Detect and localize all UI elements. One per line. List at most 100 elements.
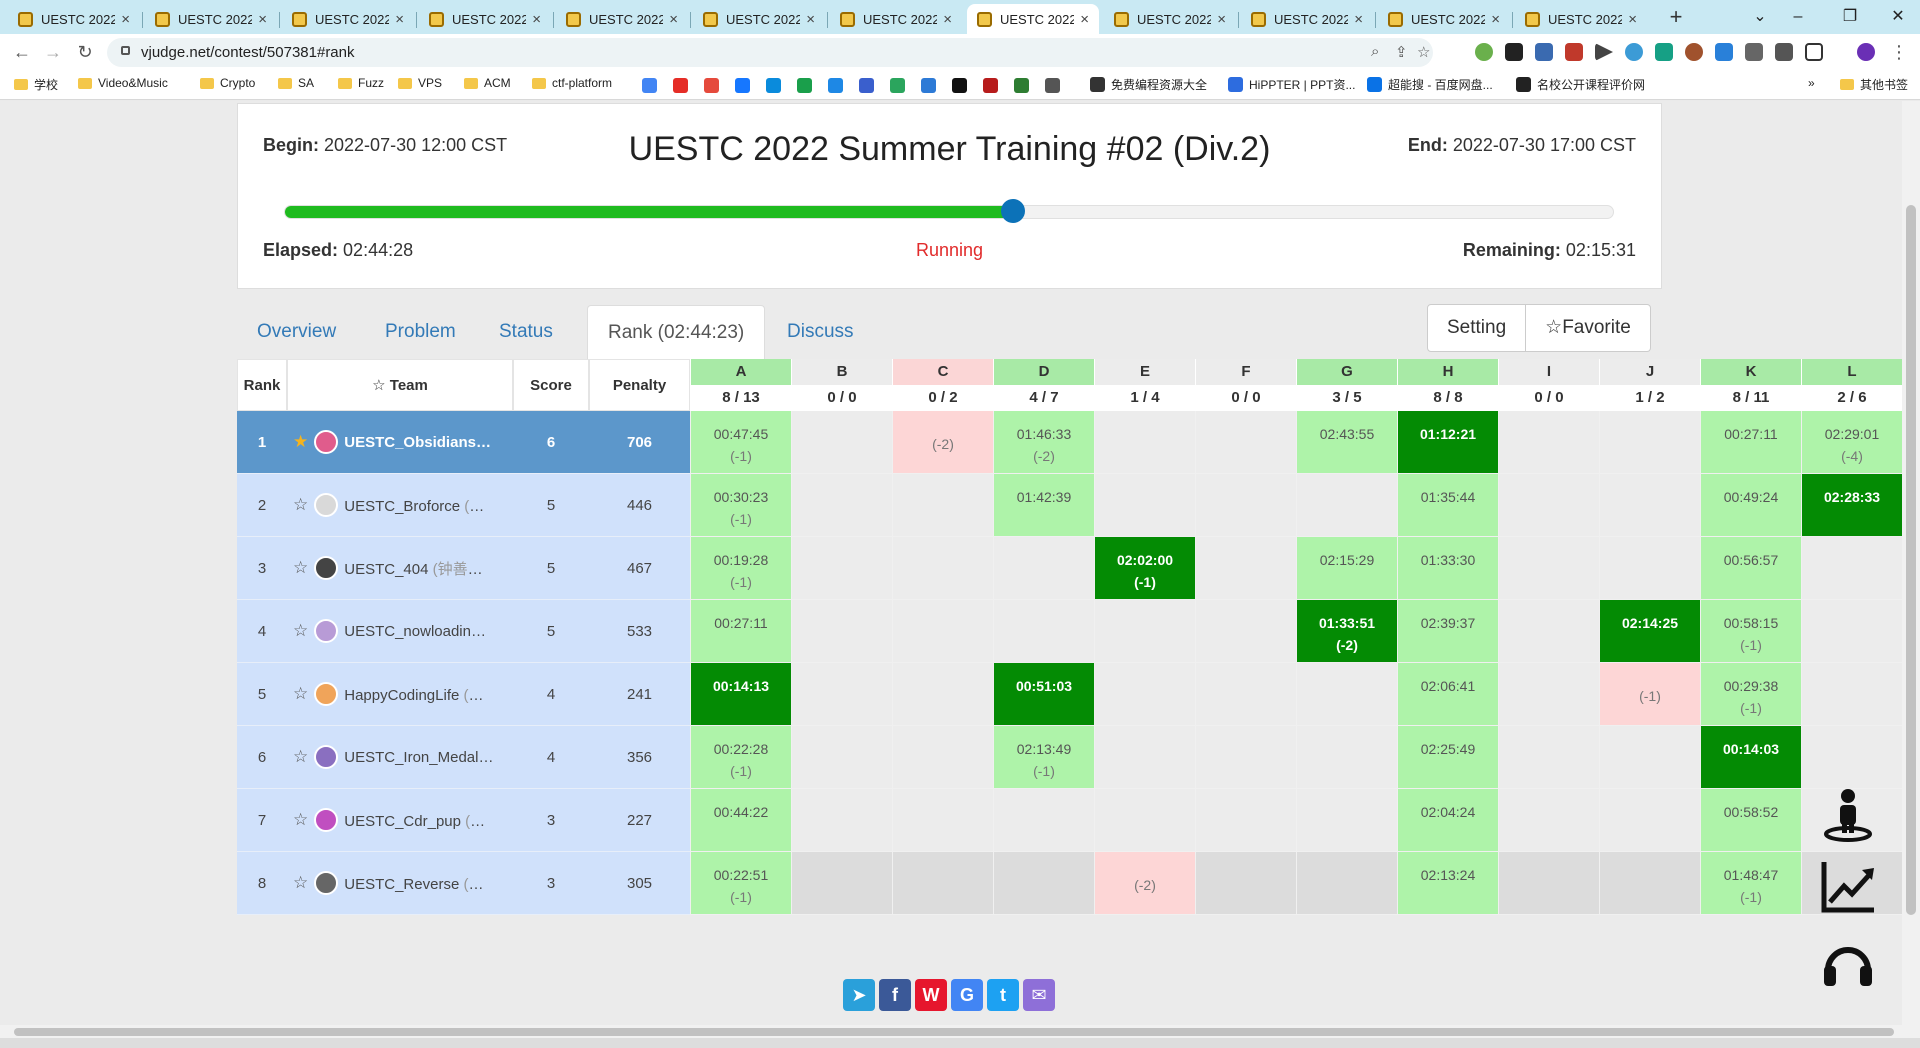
bookmark-item[interactable]: SA xyxy=(278,76,314,90)
tab-rank[interactable]: Rank (02:44:23) xyxy=(587,305,766,359)
problem-cell[interactable]: 01:12:21 xyxy=(1397,411,1498,474)
browser-tab[interactable]: UESTC 2022 × xyxy=(8,4,140,34)
sidebar-toggle-icon[interactable] xyxy=(1805,43,1823,61)
horizontal-scroll-thumb[interactable] xyxy=(14,1028,1894,1036)
bookmark-site-icon[interactable] xyxy=(952,78,967,93)
more-bookmarks-icon[interactable]: » xyxy=(1808,76,1815,90)
bookmark-site-icon[interactable] xyxy=(735,78,750,93)
tab-close-icon[interactable]: × xyxy=(395,11,404,28)
vertical-scroll-thumb[interactable] xyxy=(1906,205,1916,915)
browser-tab[interactable]: UESTC 2022 × xyxy=(1104,4,1236,34)
extension-bars-icon[interactable] xyxy=(1745,43,1763,61)
user-map-icon[interactable] xyxy=(1820,786,1876,842)
team-cell[interactable]: ☆ UESTC_Broforce (李林... xyxy=(287,474,513,537)
tab-problem[interactable]: Problem xyxy=(365,305,476,359)
tab-close-icon[interactable]: × xyxy=(1354,11,1363,28)
problem-header-g[interactable]: G3 / 5 xyxy=(1296,359,1397,411)
problem-header-a[interactable]: A8 / 13 xyxy=(690,359,791,411)
problem-cell[interactable]: 02:02:00 (-1) xyxy=(1094,537,1195,600)
extension-green-icon[interactable] xyxy=(1475,43,1493,61)
bookmark-item[interactable]: 超能搜 - 百度网盘... xyxy=(1367,76,1493,93)
extensions-puzzle-icon[interactable] xyxy=(1775,43,1793,61)
problem-header-l[interactable]: L2 / 6 xyxy=(1801,359,1902,411)
problem-header-e[interactable]: E1 / 4 xyxy=(1094,359,1195,411)
extension-black-icon[interactable] xyxy=(1505,43,1523,61)
team-name[interactable]: UESTC_Broforce (李林... xyxy=(344,495,494,516)
tab-close-icon[interactable]: × xyxy=(532,11,541,28)
extension-teal-icon[interactable] xyxy=(1655,43,1673,61)
problem-cell[interactable]: 02:13:49 (-1) xyxy=(993,726,1094,789)
favorite-star-icon[interactable]: ☆ xyxy=(293,621,308,641)
favorite-star-icon[interactable]: ☆ xyxy=(293,810,308,830)
bookmark-site-icon[interactable] xyxy=(1014,78,1029,93)
problem-cell[interactable]: 02:15:29 xyxy=(1296,537,1397,600)
problem-cell[interactable]: 00:47:45 (-1) xyxy=(690,411,791,474)
problem-cell[interactable]: 00:22:51 (-1) xyxy=(690,852,791,915)
bookmark-site-icon[interactable] xyxy=(1045,78,1060,93)
google-icon[interactable]: G xyxy=(951,979,983,1011)
favorite-star-icon[interactable]: ☆ xyxy=(293,495,308,515)
problem-cell[interactable]: 02:25:49 xyxy=(1397,726,1498,789)
vertical-scrollbar[interactable] xyxy=(1902,101,1920,1025)
extension-cookie-icon[interactable] xyxy=(1685,43,1703,61)
problem-cell[interactable]: 01:33:30 xyxy=(1397,537,1498,600)
facebook-icon[interactable]: f xyxy=(879,979,911,1011)
profile-avatar[interactable] xyxy=(1857,43,1875,61)
bookmark-site-icon[interactable] xyxy=(828,78,843,93)
tab-status[interactable]: Status xyxy=(479,305,573,359)
bookmark-item[interactable]: Video&Music xyxy=(78,76,168,90)
tab-close-icon[interactable]: × xyxy=(258,11,267,28)
bookmark-site-icon[interactable] xyxy=(890,78,905,93)
bookmark-site-icon[interactable] xyxy=(983,78,998,93)
extension-translate-icon[interactable] xyxy=(1535,43,1553,61)
tab-overview[interactable]: Overview xyxy=(237,305,356,359)
problem-header-k[interactable]: K8 / 11 xyxy=(1700,359,1801,411)
problem-cell[interactable]: 00:51:03 xyxy=(993,663,1094,726)
problem-cell[interactable]: 00:14:03 xyxy=(1700,726,1801,789)
bookmark-item[interactable]: 免费编程资源大全 xyxy=(1090,76,1207,93)
extension-shield-icon[interactable] xyxy=(1565,43,1583,61)
problem-cell[interactable]: 02:04:24 xyxy=(1397,789,1498,852)
team-cell[interactable]: ★ UESTC_Obsidians (... xyxy=(287,411,513,474)
browser-menu-icon[interactable]: ⋮ xyxy=(1886,39,1912,65)
zoom-icon[interactable]: ⌕ xyxy=(1371,43,1379,60)
team-name[interactable]: UESTC_Cdr_pup (常铭... xyxy=(344,810,494,831)
penalty-header[interactable]: Penalty xyxy=(589,359,690,411)
bookmark-site-icon[interactable] xyxy=(921,78,936,93)
tab-close-icon[interactable]: × xyxy=(1491,11,1500,28)
bookmark-item[interactable]: ctf-platform xyxy=(532,76,612,90)
browser-tab[interactable]: UESTC 2022 × xyxy=(419,4,551,34)
team-name[interactable]: UESTC_404 (钟善晖 张... xyxy=(344,558,494,579)
tab-close-icon[interactable]: × xyxy=(669,11,678,28)
problem-cell[interactable]: (-2) xyxy=(1094,852,1195,915)
team-name[interactable]: UESTC_Obsidians (... xyxy=(344,434,494,451)
bookmark-item[interactable]: 其他书签 xyxy=(1840,76,1908,93)
bookmark-item[interactable]: 名校公开课程评价网 xyxy=(1516,76,1645,93)
extension-bird-icon[interactable] xyxy=(1715,43,1733,61)
browser-tab[interactable]: UESTC 2022 × xyxy=(556,4,688,34)
problem-header-d[interactable]: D4 / 7 xyxy=(993,359,1094,411)
weibo-icon[interactable]: W xyxy=(915,979,947,1011)
browser-tab[interactable]: UESTC 2022 × xyxy=(1515,4,1647,34)
problem-cell[interactable]: 01:33:51 (-2) xyxy=(1296,600,1397,663)
bookmark-item[interactable]: HiPPTER | PPT资... xyxy=(1228,76,1355,93)
browser-tab[interactable]: UESTC 2022 × xyxy=(830,4,962,34)
close-window-button[interactable]: ✕ xyxy=(1878,4,1918,30)
favorite-star-icon[interactable]: ☆ xyxy=(293,684,308,704)
problem-cell[interactable]: 00:19:28 (-1) xyxy=(690,537,791,600)
telegram-icon[interactable]: ➤ xyxy=(843,979,875,1011)
horizontal-scrollbar[interactable] xyxy=(0,1025,1920,1038)
forward-icon[interactable]: → xyxy=(40,39,66,65)
extension-blue-icon[interactable] xyxy=(1625,43,1643,61)
tab-discuss[interactable]: Discuss xyxy=(767,305,874,359)
bookmark-item[interactable]: Crypto xyxy=(200,76,255,90)
team-name[interactable]: UESTC_nowloading (... xyxy=(344,623,494,640)
bookmark-item[interactable]: ACM xyxy=(464,76,511,90)
bookmark-star-icon[interactable]: ☆ xyxy=(1417,43,1430,61)
problem-cell[interactable]: 00:14:13 xyxy=(690,663,791,726)
new-tab-button[interactable]: + xyxy=(1663,4,1689,30)
problem-cell[interactable]: 02:13:24 xyxy=(1397,852,1498,915)
url-text[interactable]: vjudge.net/contest/507381#rank xyxy=(141,44,355,61)
problem-cell[interactable]: 01:42:39 xyxy=(993,474,1094,537)
problem-cell[interactable]: 00:58:15 (-1) xyxy=(1700,600,1801,663)
